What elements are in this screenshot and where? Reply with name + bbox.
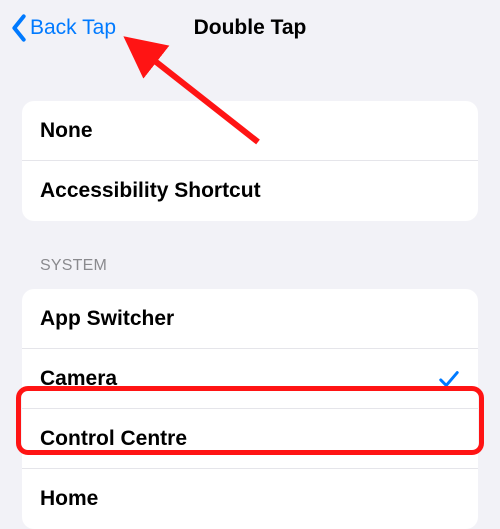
option-accessibility-shortcut[interactable]: Accessibility Shortcut <box>22 161 478 221</box>
option-home[interactable]: Home <box>22 469 478 529</box>
option-group-1: None Accessibility Shortcut <box>22 101 478 221</box>
option-label: Home <box>40 487 98 511</box>
option-camera[interactable]: Camera <box>22 349 478 409</box>
checkmark-icon <box>438 368 460 390</box>
chevron-left-icon <box>10 14 28 42</box>
option-label: Camera <box>40 367 117 391</box>
option-label: App Switcher <box>40 307 174 331</box>
option-control-centre[interactable]: Control Centre <box>22 409 478 469</box>
option-label: None <box>40 119 93 143</box>
option-group-system: App Switcher Camera Control Centre Home <box>22 289 478 529</box>
option-app-switcher[interactable]: App Switcher <box>22 289 478 349</box>
nav-bar: Back Tap Double Tap <box>0 0 500 56</box>
option-label: Control Centre <box>40 427 187 451</box>
option-label: Accessibility Shortcut <box>40 179 261 203</box>
section-header-system: System <box>40 257 478 275</box>
option-none[interactable]: None <box>22 101 478 161</box>
back-label: Back Tap <box>30 16 116 40</box>
content-area: None Accessibility Shortcut System App S… <box>0 101 500 529</box>
back-button[interactable]: Back Tap <box>10 14 116 42</box>
